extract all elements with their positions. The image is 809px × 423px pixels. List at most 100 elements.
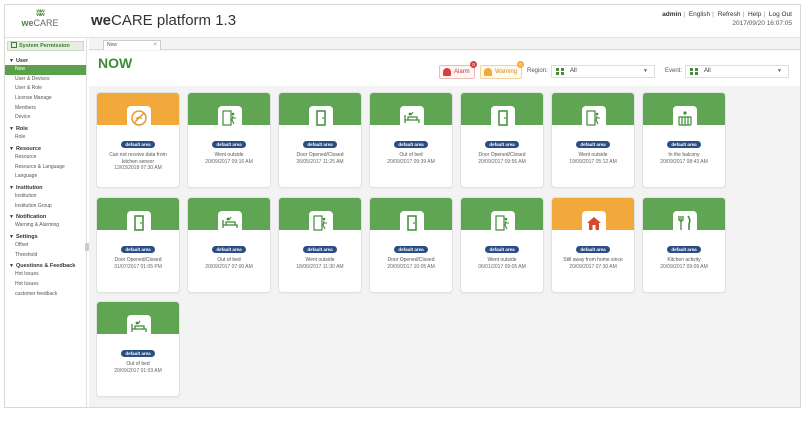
status-timestamp: 20/09/2017 10:05 AM xyxy=(387,263,435,270)
tab-strip: Now × xyxy=(89,38,800,50)
area-badge: default area xyxy=(303,246,337,253)
status-card[interactable]: default area Door Opened/Closed 26/05/2017… xyxy=(278,92,362,188)
status-card[interactable]: default area Door Opened/Closed 20/09/2017… xyxy=(369,197,453,293)
status-card[interactable]: default area Still away from home since 20… xyxy=(551,197,635,293)
main-content: Now × Alarm 0 Warning 0 Region: All ▼ Event:… xyxy=(89,38,800,407)
region-value: All xyxy=(570,68,577,74)
bed-icon xyxy=(127,315,151,339)
status-card-header xyxy=(97,93,179,130)
sidebar-section[interactable]: ▼ Institution xyxy=(5,182,86,192)
status-timestamp: 20/09/2017 09:09 AM xyxy=(660,263,708,270)
status-card[interactable]: default area Kitchen activity 20/09/2017 0… xyxy=(642,197,726,293)
sidebar-item[interactable]: Resource xyxy=(5,153,86,163)
language-link[interactable]: English xyxy=(689,11,710,18)
help-link[interactable]: Help xyxy=(748,11,761,18)
warning-button[interactable]: Warning 0 xyxy=(480,61,524,79)
status-timestamp: 20/09/2017 09:56 AM xyxy=(478,158,526,165)
sidebar-item[interactable]: Language xyxy=(5,172,86,182)
sidebar-section[interactable]: ▼ Role xyxy=(5,123,86,133)
sidebar-section[interactable]: ▼ Notification xyxy=(5,211,86,221)
sidebar-item[interactable]: License Manage xyxy=(5,94,86,104)
status-text: Can not receive data from kitchen sensor xyxy=(109,152,167,165)
region-grid-icon xyxy=(556,68,564,75)
status-card[interactable]: default area Can not receive data from ki… xyxy=(96,92,180,188)
area-badge: default area xyxy=(212,246,246,253)
refresh-link[interactable]: Refresh xyxy=(718,11,741,18)
sidebar-item[interactable]: Now xyxy=(5,65,86,75)
status-card-header xyxy=(370,198,452,235)
status-card[interactable]: default area Went outside 20/09/2017 09:16… xyxy=(187,92,271,188)
sidebar-item[interactable]: User & Role xyxy=(5,84,86,94)
logout-link[interactable]: Log Out xyxy=(769,11,792,18)
status-timestamp: 20/09/2017 09:39 AM xyxy=(387,158,435,165)
status-card[interactable]: default area Out of bed 20/09/2017 01:03 A… xyxy=(96,301,180,397)
logo-we: we xyxy=(21,18,34,28)
sidebar-item[interactable]: Institution Group xyxy=(5,202,86,212)
status-card[interactable]: default area Door Opened/Closed 31/07/2017… xyxy=(96,197,180,293)
sidebar-section[interactable]: ▼ Resource xyxy=(5,143,86,153)
status-timestamp: 19/09/2017 05:12 AM xyxy=(569,158,617,165)
sidebar-item[interactable]: Device xyxy=(5,113,86,123)
status-card-header xyxy=(643,198,725,235)
sidebar-section[interactable]: ▼ User xyxy=(5,55,86,65)
area-badge: default area xyxy=(485,246,519,253)
status-card[interactable]: default area Went outside 19/09/2017 05:12… xyxy=(551,92,635,188)
tab-now[interactable]: Now × xyxy=(103,40,161,50)
status-timestamp: 20/09/2017 01:03 AM xyxy=(114,367,162,374)
bed-icon xyxy=(218,211,242,235)
sidebar-item[interactable]: Resource & Language xyxy=(5,163,86,173)
sidebar-item[interactable]: Hot Issues xyxy=(5,280,86,290)
bed-icon xyxy=(400,106,424,130)
expand-triangle-icon: ▼ xyxy=(9,263,14,270)
status-text: Still away from home since xyxy=(563,257,623,263)
user-link[interactable]: admin xyxy=(662,11,681,18)
top-nav: admin | English | Refresh | Help | Log Out xyxy=(662,11,792,18)
logo: ʬʬ weCARE xyxy=(15,8,65,34)
status-card[interactable]: default area Went outside 06/01/2017 09:05… xyxy=(460,197,544,293)
status-card[interactable]: default area Door Opened/Closed 20/09/2017… xyxy=(460,92,544,188)
sidebar-item[interactable]: Institution xyxy=(5,192,86,202)
page-toolbar: Alarm 0 Warning 0 Region: All ▼ Event: All ▼ xyxy=(89,51,800,86)
area-badge: default area xyxy=(485,141,519,148)
area-badge: default area xyxy=(121,350,155,357)
sidebar-section-label: Questions & Feedback xyxy=(15,263,76,270)
sidebar-item[interactable]: Offset xyxy=(5,241,86,251)
status-timestamp: 20/09/2017 09:16 AM xyxy=(205,158,253,165)
sidebar-item[interactable]: Role xyxy=(5,133,86,143)
event-select[interactable]: All ▼ xyxy=(685,65,789,78)
sidebar-item[interactable]: Members xyxy=(5,104,86,114)
status-card[interactable]: default area Out of bed 20/09/2017 09:39 A… xyxy=(369,92,453,188)
sidebar-item[interactable]: User & Devices xyxy=(5,75,86,85)
sidebar-section-label: Institution xyxy=(15,184,43,191)
sidebar-item[interactable]: Hot Issues xyxy=(5,270,86,280)
app-title-rest: CARE platform 1.3 xyxy=(111,12,237,29)
system-permission-button[interactable]: System Permission xyxy=(7,41,84,51)
sidebar-section-label: Resource xyxy=(15,145,42,152)
sidebar-section[interactable]: ▼ Questions & Feedback xyxy=(5,260,86,270)
chevron-down-icon: ▼ xyxy=(643,68,648,74)
status-card[interactable]: default area In the balcony 20/09/2017 08:… xyxy=(642,92,726,188)
area-badge: default area xyxy=(121,246,155,253)
status-card-header xyxy=(552,198,634,235)
status-card[interactable]: default area Went outside 18/06/2017 11:30… xyxy=(278,197,362,293)
sidebar-section[interactable]: ▼ Settings xyxy=(5,231,86,241)
alarm-button[interactable]: Alarm 0 xyxy=(439,61,477,79)
tab-close-icon[interactable]: × xyxy=(153,41,157,49)
sidebar-item[interactable]: Warning & Alarming xyxy=(5,221,86,231)
warning-bell-icon xyxy=(484,68,492,76)
status-card-header xyxy=(188,198,270,235)
area-badge: default area xyxy=(667,141,701,148)
sidebar-item[interactable]: Threshold xyxy=(5,251,86,261)
permission-icon xyxy=(11,42,17,48)
status-card[interactable]: default area Out of bed 20/09/2017 07:00 A… xyxy=(187,197,271,293)
status-timestamp: 06/01/2017 09:05 AM xyxy=(478,263,526,270)
event-grid-icon xyxy=(690,68,698,75)
went-outside-icon xyxy=(491,211,515,235)
page-title: NOW xyxy=(98,55,133,71)
area-badge: default area xyxy=(576,141,610,148)
status-card-header xyxy=(643,93,725,130)
sidebar-item[interactable]: customer feedback xyxy=(5,290,86,300)
status-timestamp: 20/09/2017 07:30 AM xyxy=(569,263,617,270)
region-select[interactable]: All ▼ xyxy=(551,65,655,78)
logo-care: CARE xyxy=(33,18,59,28)
